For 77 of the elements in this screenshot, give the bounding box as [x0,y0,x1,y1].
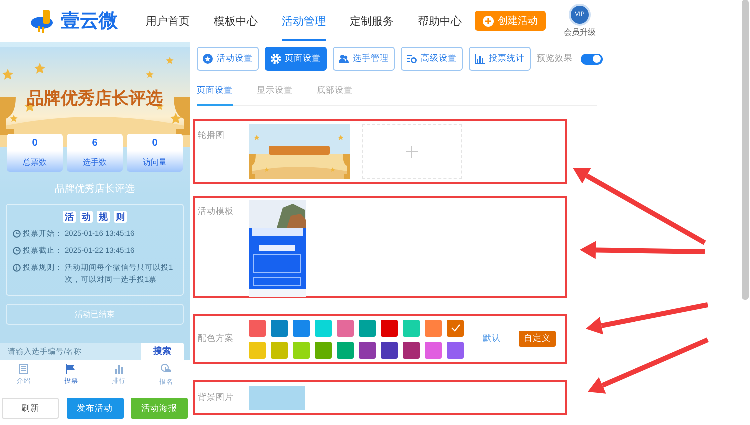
settings-tab[interactable]: 活动设置 [197,47,259,71]
section-label: 配色方案 [198,333,235,345]
settings-tab[interactable]: 页面设置 [265,47,327,71]
color-swatch[interactable] [359,320,376,336]
settings-tab[interactable]: 高级设置 [401,47,463,71]
flag-icon [66,364,76,374]
rules-heading-tile: 则 [114,211,127,223]
check-icon [450,324,460,332]
clock-icon [13,247,21,255]
banner-title: 品牌优秀店长评选 [26,88,164,110]
nav-link[interactable]: 模板中心 [214,2,258,40]
rules-heading-tile: 活 [63,211,76,223]
color-swatch[interactable] [315,342,332,358]
stat-label: 选手数 [83,157,107,168]
color-swatch[interactable] [249,320,266,336]
clock-icon [13,230,21,238]
color-swatch[interactable] [425,342,442,358]
color-swatch[interactable] [337,320,354,336]
color-swatch[interactable] [447,320,464,336]
section-label: 活动模板 [198,206,235,218]
color-swatch[interactable] [381,342,398,358]
stat-value: 0 [152,138,158,149]
nav-link[interactable]: 定制服务 [350,2,394,40]
users-icon [339,54,349,64]
plus-icon [406,146,418,158]
poster-button[interactable]: 活动海报 [131,398,188,419]
color-swatch[interactable] [271,342,288,358]
color-swatch[interactable] [293,342,310,358]
nav-link[interactable]: 活动管理 [282,2,326,40]
color-swatch[interactable] [403,342,420,358]
section-label: 轮播图 [198,130,226,142]
color-swatch[interactable] [249,342,266,358]
stat-value: 0 [32,138,38,149]
settings-tab[interactable]: 选手管理 [333,47,395,71]
background-thumbnail [249,386,305,410]
logo-text: 壹云微 [61,10,118,34]
publish-button[interactable]: 发布活动 [66,398,124,419]
list-icon [19,364,28,374]
settings-tab[interactable]: 投票统计 [469,47,531,71]
search-button[interactable]: 搜索 [141,343,184,360]
sub-tab[interactable]: 底部设置 [317,83,353,106]
gear-icon [271,54,281,64]
activity-ended-banner: 活动已结束 [6,304,184,325]
plus-circle-icon [483,16,494,26]
color-swatch[interactable] [315,320,332,336]
color-swatch[interactable] [359,342,376,358]
section-label: 背景图片 [198,392,235,404]
info-icon [13,264,21,272]
activity-title: 品牌优秀店长评选 [54,182,136,196]
sub-tab[interactable]: 显示设置 [257,83,293,106]
create-activity-button[interactable]: 创建活动 [475,11,546,31]
rules-heading-tile: 规 [97,211,110,223]
default-link[interactable]: 默认 [483,333,501,345]
refresh-button[interactable]: 刷新 [2,398,59,419]
star-icon [203,54,213,64]
vip-upgrade-label[interactable]: 会员升级 [564,27,596,38]
color-swatch[interactable] [381,320,398,336]
nav-link[interactable]: 用户首页 [146,2,190,40]
color-swatch[interactable] [425,320,442,336]
stat-label: 访问量 [143,157,167,168]
scrollbar[interactable] [742,0,749,300]
color-swatch[interactable] [447,342,464,358]
stat-label: 总票数 [23,157,47,168]
bar-chart-icon [114,364,124,374]
color-swatch[interactable] [337,342,354,358]
custom-color-button[interactable]: 自定义 [519,331,556,347]
rules-heading-tile: 动 [80,211,93,223]
color-swatch[interactable] [403,320,420,336]
sub-tab[interactable]: 页面设置 [197,83,233,106]
bar-chart-icon [475,54,485,64]
settings-icon [407,54,417,64]
nav-link[interactable]: 帮助中心 [418,2,462,40]
color-swatch[interactable] [293,320,310,336]
color-swatch[interactable] [271,320,288,336]
stat-value: 6 [92,138,98,149]
preview-toggle[interactable] [581,54,603,64]
preview-toggle-label: 预览效果 [537,53,573,65]
